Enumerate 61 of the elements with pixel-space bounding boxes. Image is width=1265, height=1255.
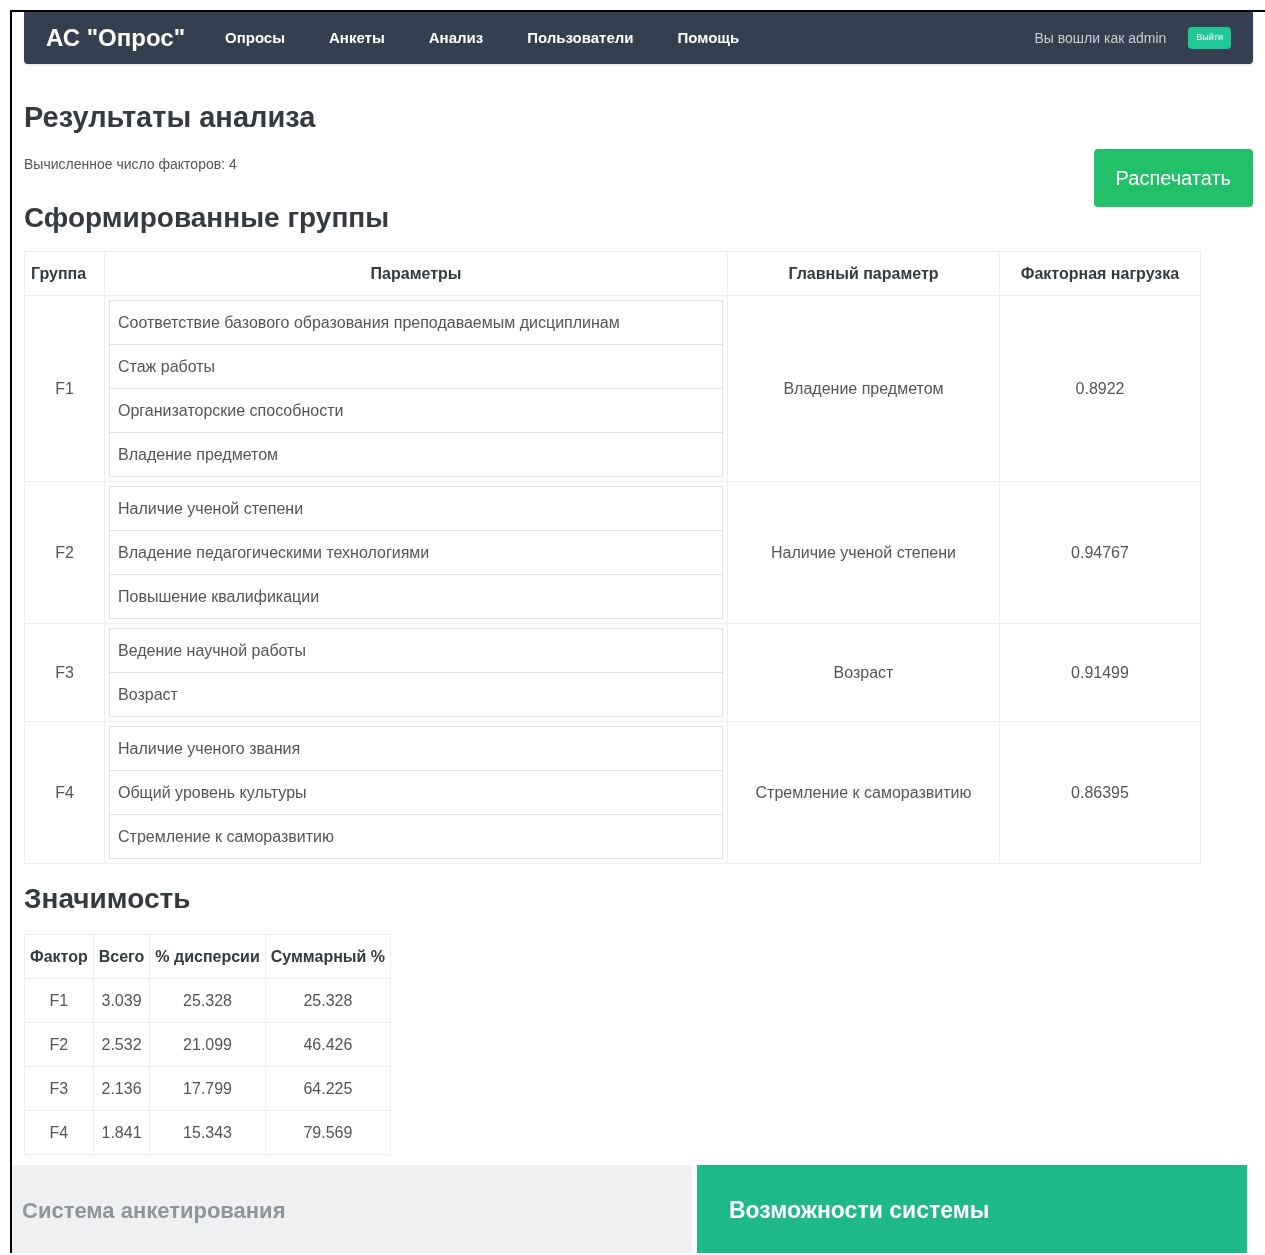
table-cell: F1: [24, 978, 94, 1023]
nav-link[interactable]: Опросы: [225, 26, 286, 50]
table-cell: Владение предметом: [109, 432, 723, 477]
table-cell: 2.532: [93, 1022, 150, 1067]
table-cell: F4: [24, 1110, 94, 1155]
column-header: Параметры: [104, 251, 728, 296]
table-cell: 15.343: [149, 1110, 266, 1155]
table-cell: Повышение квалификации: [109, 574, 723, 619]
brand-link[interactable]: АС "Опрос": [46, 20, 185, 56]
nav-link[interactable]: Анкеты: [329, 26, 385, 50]
section-heading: Сформированные группы: [24, 201, 391, 235]
nav-link[interactable]: Пользователи: [527, 26, 634, 50]
footer-title: Возможности системы: [729, 1195, 990, 1225]
table-cell: 1.841: [93, 1110, 150, 1155]
page-title: Результаты анализа: [24, 100, 316, 135]
table-cell: 21.099: [149, 1022, 266, 1067]
table-cell: F2: [24, 481, 105, 624]
column-header: % дисперсии: [149, 934, 266, 979]
table-cell: 25.328: [265, 978, 391, 1023]
table-cell: F4: [24, 721, 105, 864]
nav-link[interactable]: Анализ: [428, 26, 484, 50]
footer-title: Система анкетирования: [22, 1196, 286, 1225]
table-cell: Соответствие базового образования преподаваемым дисциплинам: [109, 300, 723, 345]
table-cell: 0.86395: [999, 721, 1201, 864]
table-cell: 0.94767: [999, 481, 1201, 624]
column-header: Группа: [24, 251, 105, 296]
table-cell: 25.328: [149, 978, 266, 1023]
table-cell: 0.91499: [999, 623, 1201, 722]
table-cell: 2.136: [93, 1066, 150, 1111]
table-cell: F3: [24, 623, 105, 722]
table-cell: Возраст: [109, 672, 723, 717]
table-cell: Ведение научной работы: [109, 628, 723, 673]
table-cell: Стаж работы: [109, 344, 723, 389]
column-header: Факторная нагрузка: [999, 251, 1201, 296]
table-cell: 46.426: [265, 1022, 391, 1067]
column-header: Главный параметр: [727, 251, 1000, 296]
column-header: Фактор: [24, 934, 94, 979]
column-header: Суммарный %: [265, 934, 391, 979]
table-cell: Стремление к саморазвитию: [727, 721, 1000, 864]
table-cell: 3.039: [93, 978, 150, 1023]
table-cell: Наличие ученой степени: [727, 481, 1000, 624]
table-cell: Наличие ученой степени: [109, 486, 723, 531]
section-heading: Значимость: [24, 882, 192, 916]
table-cell: Наличие ученого звания: [109, 726, 723, 771]
factors-count-text: Вычисленное число факторов: 4: [24, 154, 238, 174]
table-cell: F1: [24, 295, 105, 482]
table-cell: F2: [24, 1022, 94, 1067]
table-cell: Организаторские способности: [109, 388, 723, 433]
table-cell: 79.569: [265, 1110, 391, 1155]
table-cell: 64.225: [265, 1066, 391, 1111]
table-cell: 0.8922: [999, 295, 1201, 482]
table-cell: Владение педагогическими технологиями: [109, 530, 723, 575]
table-cell: Владение предметом: [727, 295, 1000, 482]
table-cell: Общий уровень культуры: [109, 770, 723, 815]
table-cell: 17.799: [149, 1066, 266, 1111]
table-cell: Стремление к саморазвитию: [109, 814, 723, 859]
login-status-text: Вы вошли как admin: [1034, 28, 1167, 48]
nav-link[interactable]: Помощь: [677, 26, 740, 50]
table-cell: F3: [24, 1066, 94, 1111]
column-header: Всего: [93, 934, 150, 979]
table-cell: Возраст: [727, 623, 1000, 722]
